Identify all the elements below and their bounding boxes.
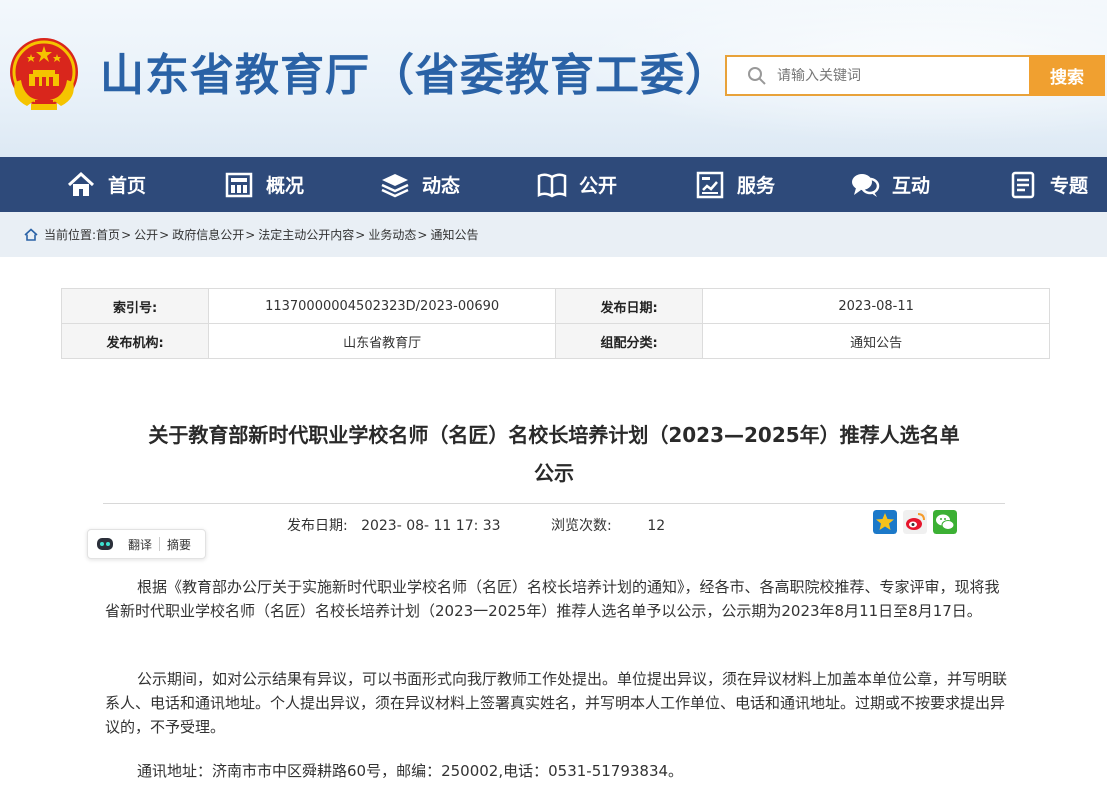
nav-item-public[interactable]: 公开 [537,157,617,212]
site-title: 山东省教育厅（省委教育工委） [100,50,730,101]
nav-item-interaction[interactable]: 互动 [850,157,930,212]
document-info-table: 索引号: 11370000004502323D/2023-00690 发布日期:… [60,288,1050,359]
main-nav: 首页 概况 动态 公开 服务 互动 专题 [0,157,1107,212]
book-icon [537,172,567,197]
table-row: 索引号: 11370000004502323D/2023-00690 发布日期:… [60,288,1050,324]
publish-date-label: 发布日期: [287,518,348,534]
breadcrumb-link-gov-info[interactable]: 政府信息公开 [172,226,244,243]
breadcrumb-link-home[interactable]: 首页 [96,226,120,243]
view-count: 浏览次数: 12 [551,515,665,535]
index-label: 索引号: [60,288,210,324]
category-value: 通知公告 [702,323,1050,359]
breadcrumb-prefix: 当前位置: [44,228,97,242]
nav-item-news[interactable]: 动态 [380,157,460,212]
nav-item-label: 公开 [579,175,618,197]
chat-icon [852,173,880,197]
service-icon [696,171,724,198]
nav-item-home[interactable]: 首页 [66,157,146,212]
title-divider [103,503,1005,504]
breadcrumb-link-statutory[interactable]: 法定主动公开内容 [258,226,354,243]
breadcrumb-bar: 当前位置: 首页 > 公开 > 政府信息公开 > 法定主动公开内容 > 业务动态 > 通知… [0,212,1107,257]
view-count-value: 12 [647,518,666,534]
tool-divider [159,537,161,551]
article-title: 关于教育部新时代职业学校名师（名匠）名校长培养计划（2023—2025年）推荐人… [148,423,960,485]
nav-item-label: 互动 [892,175,931,197]
search-input[interactable] [777,67,1017,84]
wechat-share-icon[interactable] [933,510,957,534]
breadcrumb-link-business[interactable]: 业务动态 [368,226,416,243]
breadcrumb: 当前位置: 首页 > 公开 > 政府信息公开 > 法定主动公开内容 > 业务动态 > 通知… [24,226,478,243]
home-icon [24,228,38,241]
nav-item-overview[interactable]: 概况 [224,157,304,212]
category-label: 组配分类: [554,323,704,359]
document-icon [1011,171,1035,198]
building-icon [225,172,253,197]
site-header: 山东省教育厅（省委教育工委） 搜索 [0,0,1107,157]
robot-icon [97,538,113,550]
nav-item-topics[interactable]: 专题 [1008,157,1088,212]
home-icon [67,171,95,196]
stack-icon [381,173,409,197]
nav-item-service[interactable]: 服务 [695,157,775,212]
reader-tools: 翻译 摘要 [87,529,206,559]
date-label: 发布日期: [554,288,704,324]
search-button[interactable]: 搜索 [1029,55,1105,96]
search-box [725,55,1029,96]
nav-item-label: 服务 [737,175,776,197]
nav-item-label: 首页 [108,175,147,197]
translate-button[interactable]: 翻译 [128,536,152,553]
table-row: 发布机构: 山东省教育厅 组配分类: 通知公告 [60,323,1050,359]
org-label: 发布机构: [60,323,210,359]
article-paragraph: 公示期间，如对公示结果有异议，可以书面形式向我厅教师工作处提出。单位提出异议，须… [105,670,1008,736]
search-icon [748,66,766,85]
breadcrumb-link-public[interactable]: 公开 [134,226,158,243]
article-paragraph: 根据《教育部办公厅关于实施新时代职业学校名师（名匠）名校长培养计划的通知》，经各… [105,578,1000,620]
qzone-share-icon[interactable] [873,510,897,534]
national-emblem-icon [10,38,78,110]
nav-item-label: 专题 [1050,175,1089,197]
summary-button[interactable]: 摘要 [167,536,191,553]
publish-date-value: 2023- 08- 11 17: 33 [361,518,501,534]
nav-item-label: 概况 [266,175,305,197]
org-value: 山东省教育厅 [208,323,556,359]
breadcrumb-link-notices[interactable]: 通知公告 [430,226,478,243]
view-count-label: 浏览次数: [551,518,612,534]
weibo-share-icon[interactable] [903,510,927,534]
date-value: 2023-08-11 [702,288,1050,324]
article-paragraph: 通讯地址：济南市市中区舜耕路60号，邮编：250002,电话：0531-5179… [137,762,684,780]
nav-item-label: 动态 [422,175,461,197]
index-value: 11370000004502323D/2023-00690 [208,288,556,324]
publish-date: 发布日期: 2023- 08- 11 17: 33 [287,515,501,535]
